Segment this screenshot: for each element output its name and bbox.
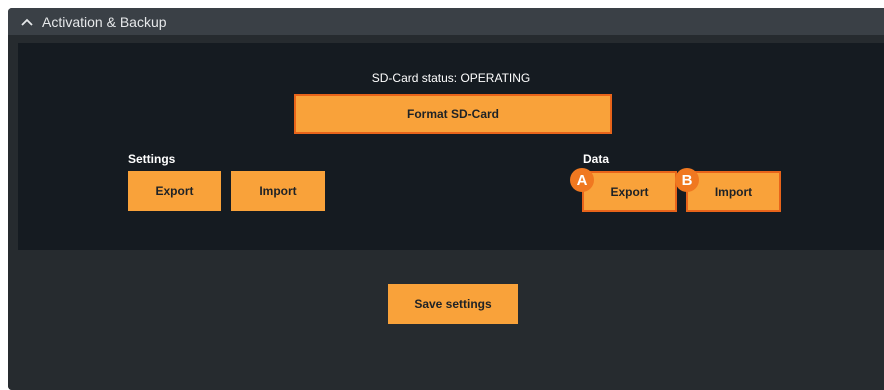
format-sd-card-button[interactable]: Format SD-Card xyxy=(294,94,612,134)
callout-marker-b: B xyxy=(675,168,699,192)
backup-panel: SD-Card status: OPERATING Format SD-Card… xyxy=(18,43,884,250)
footer-area: Save settings xyxy=(8,250,884,390)
save-settings-button[interactable]: Save settings xyxy=(388,284,518,324)
callout-marker-a: A xyxy=(570,168,594,192)
section-header[interactable]: Activation & Backup xyxy=(8,8,884,35)
activation-backup-card: Activation & Backup SD-Card status: OPER… xyxy=(8,8,884,390)
settings-import-button[interactable]: Import xyxy=(231,171,325,211)
data-import-button[interactable]: Import xyxy=(686,171,781,212)
data-export-button[interactable]: Export xyxy=(582,171,677,212)
chevron-up-icon[interactable] xyxy=(14,8,40,35)
section-title: Activation & Backup xyxy=(42,13,167,30)
settings-heading: Settings xyxy=(128,152,176,166)
data-heading: Data xyxy=(583,152,610,166)
sd-card-status: SD-Card status: OPERATING xyxy=(371,71,531,85)
settings-export-button[interactable]: Export xyxy=(128,171,221,211)
